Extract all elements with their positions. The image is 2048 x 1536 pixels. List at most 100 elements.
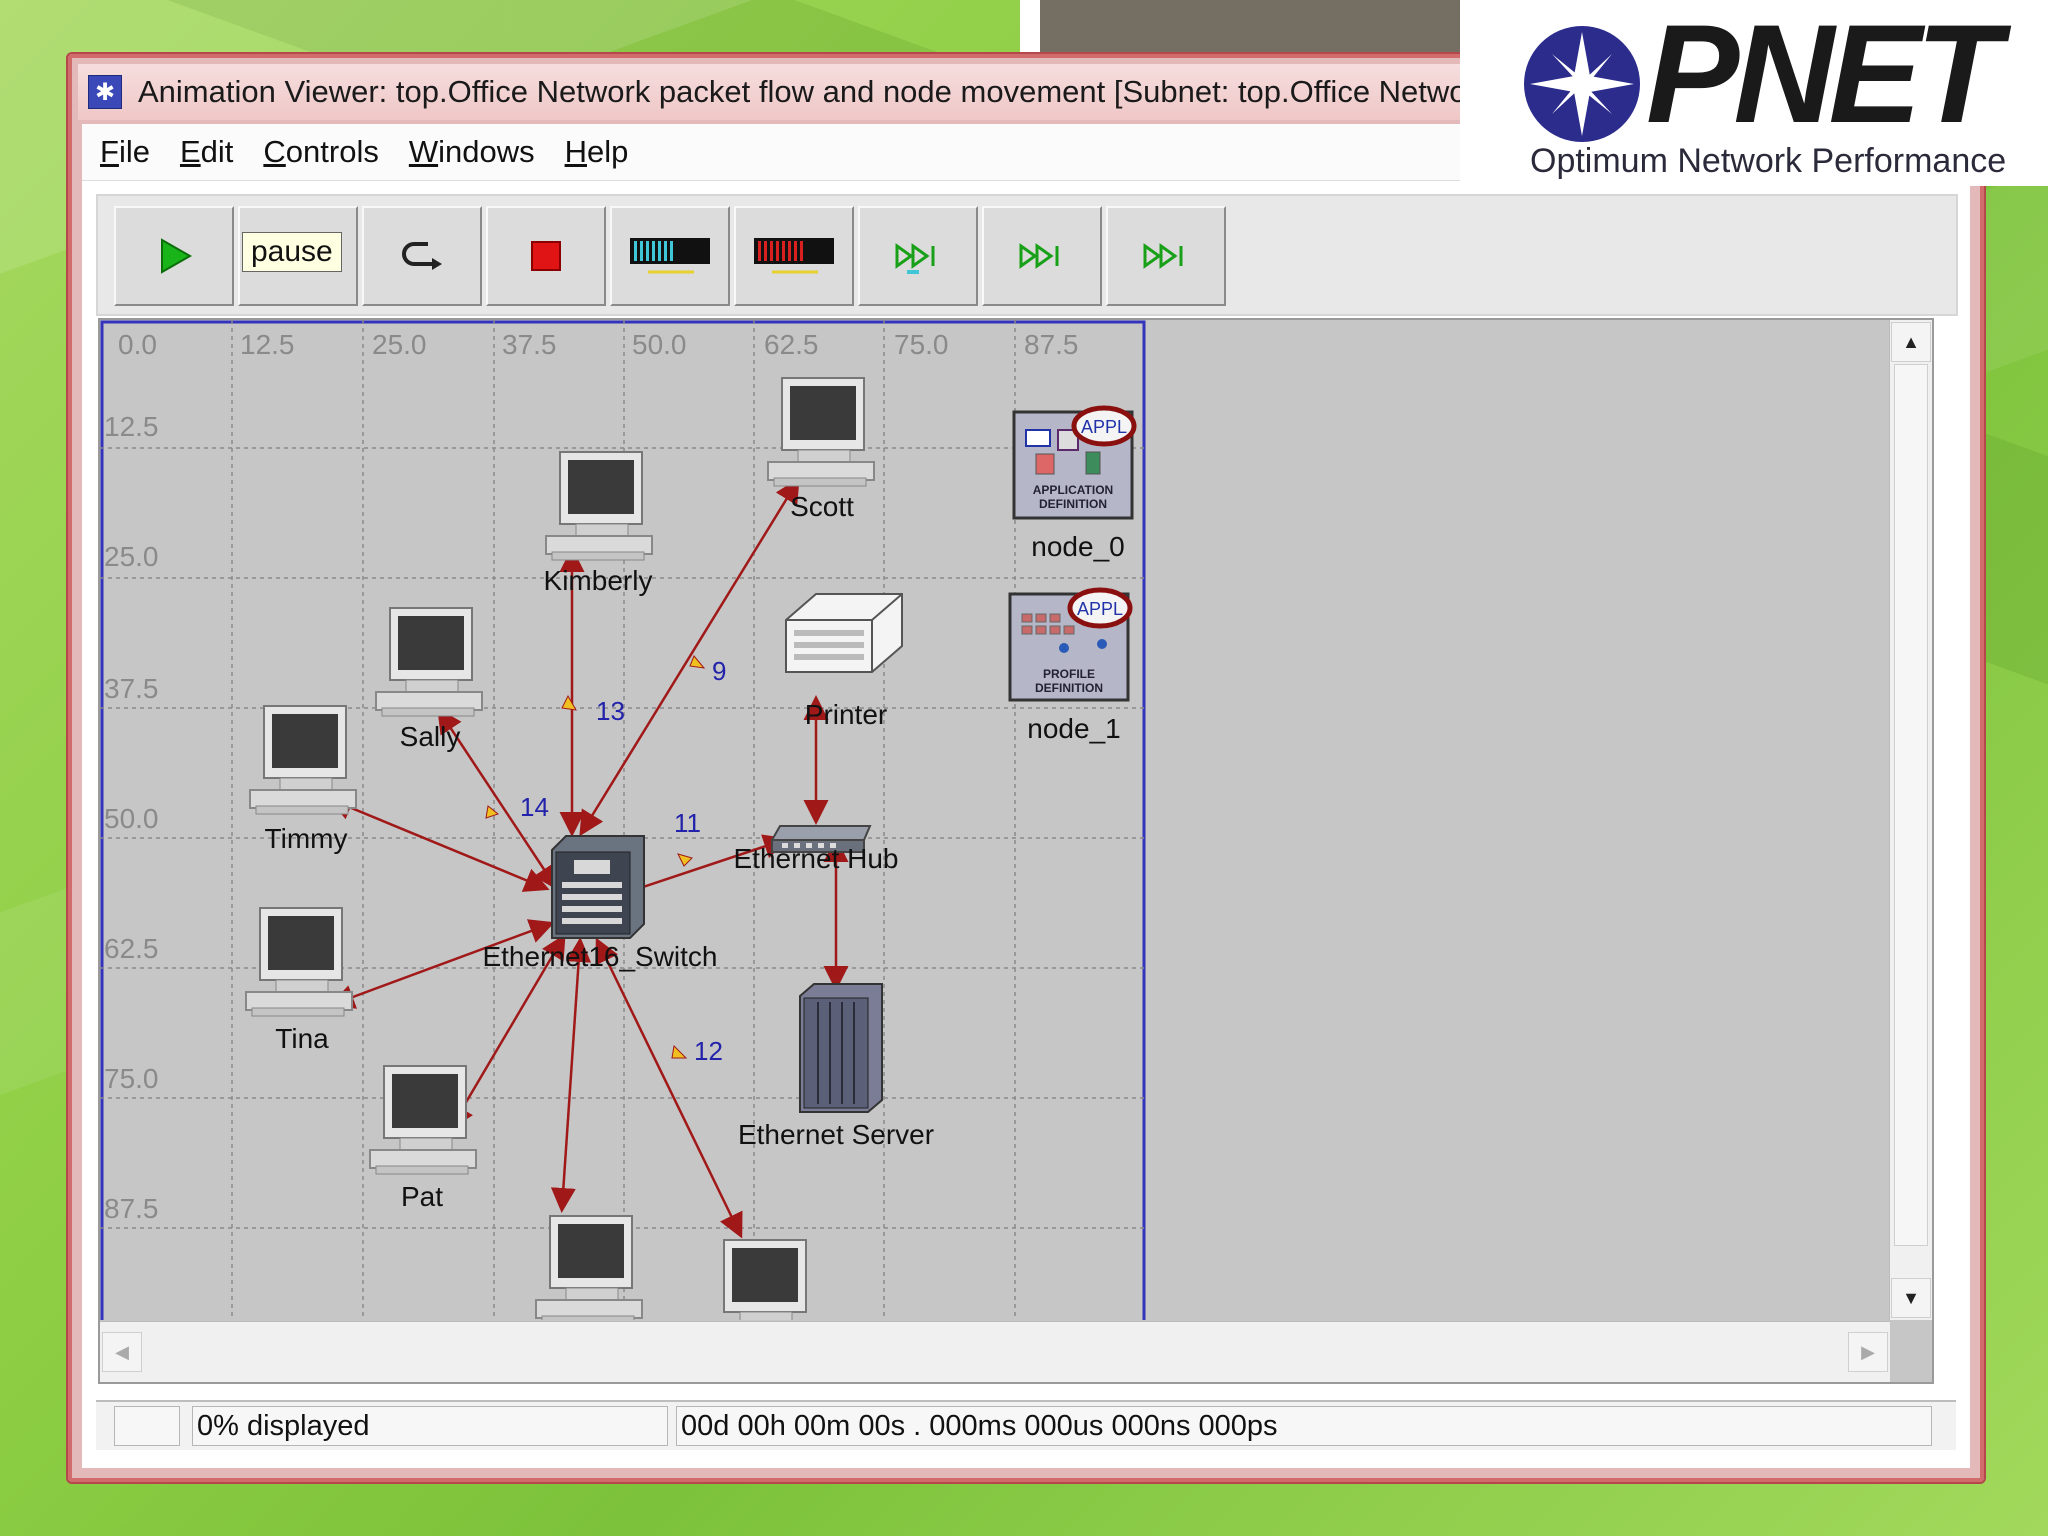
pause-tooltip: pause (242, 232, 342, 272)
scroll-up-icon[interactable]: ▲ (1891, 322, 1931, 362)
x-tick: 25.0 (372, 329, 427, 360)
y-tick: 62.5 (104, 933, 159, 964)
tina-workstation-icon[interactable] (245, 907, 353, 1017)
toolbar (96, 194, 1958, 316)
profile-def-text: DEFINITION (1035, 681, 1103, 695)
scroll-left-icon[interactable]: ◀ (102, 1332, 142, 1372)
scott-workstation-icon[interactable] (767, 377, 875, 487)
stop-icon (531, 241, 561, 271)
background-strip (1020, 0, 1042, 52)
status-cell-empty (114, 1406, 180, 1446)
y-tick: 87.5 (104, 1193, 159, 1224)
speed-blue-button[interactable] (610, 206, 730, 306)
node-label-timmy: Timmy (265, 823, 348, 854)
fast-forward-icon (895, 243, 935, 274)
app-def-text: APPLICATION (1033, 483, 1113, 497)
application-definition-icon[interactable]: APPLICATION DEFINITION APPL (1012, 405, 1137, 520)
x-axis-ticks: 0.0 12.5 25.0 37.5 50.0 62.5 75.0 87.5 (118, 329, 1079, 360)
speed-bar-icon (754, 238, 834, 274)
node-label-printer: Printer (805, 699, 887, 730)
step-forward-button-2[interactable] (982, 206, 1102, 306)
node-label-hub: Ethernet Hub (734, 843, 899, 874)
background-strip-dark (1040, 0, 1460, 52)
node-label-node1: node_1 (1027, 713, 1120, 744)
profile-definition-icon[interactable]: PROFILE DEFINITION APPL (1008, 587, 1133, 702)
packet-label: 13 (596, 696, 625, 726)
x-tick: 62.5 (764, 329, 819, 360)
profile-def-text: PROFILE (1043, 667, 1095, 681)
fast-forward-icon (1143, 243, 1183, 269)
ethernet-server-icon[interactable] (799, 983, 883, 1113)
menu-edit[interactable]: Edit (180, 134, 233, 170)
y-axis-ticks: 12.5 25.0 37.5 50.0 62.5 75.0 87.5 (104, 411, 159, 1224)
link-switch-timmy (327, 796, 550, 892)
node-label-pat: Pat (401, 1181, 443, 1212)
x-tick: 12.5 (240, 329, 295, 360)
network-diagram: 0.0 12.5 25.0 37.5 50.0 62.5 75.0 87.5 1… (100, 320, 1146, 1320)
speed-bar-icon (630, 238, 710, 274)
rewind-icon (402, 242, 442, 270)
x-tick: 50.0 (632, 329, 687, 360)
packet-label: 12 (694, 1036, 723, 1066)
node-label-tina: Tina (275, 1023, 329, 1054)
status-bar: 0% displayed 00d 00h 00m 00s . 000ms 000… (96, 1400, 1956, 1450)
appl-badge: APPL (1081, 417, 1127, 437)
app-icon: ✱ (88, 75, 122, 109)
kimberly-workstation-icon[interactable] (545, 451, 653, 561)
logo-wordmark: PNET (1646, 0, 2001, 152)
window-title: Animation Viewer: top.Office Network pac… (138, 74, 1501, 109)
node-label-server: Ethernet Server (738, 1119, 934, 1150)
node-label-sally: Sally (400, 721, 461, 752)
y-tick: 25.0 (104, 541, 159, 572)
scroll-right-icon[interactable]: ▶ (1848, 1332, 1888, 1372)
workstation-icon[interactable] (535, 1215, 643, 1320)
menu-file[interactable]: File (100, 134, 150, 170)
app-def-text: DEFINITION (1039, 497, 1107, 511)
y-tick: 12.5 (104, 411, 159, 442)
y-tick: 75.0 (104, 1063, 159, 1094)
step-forward-button-1[interactable] (858, 206, 978, 306)
opnet-star-icon (1524, 26, 1640, 142)
workstation-icon[interactable] (709, 1239, 817, 1320)
rewind-button[interactable] (362, 206, 482, 306)
packet-label: 14 (520, 792, 549, 822)
network-canvas[interactable]: 0.0 12.5 25.0 37.5 50.0 62.5 75.0 87.5 1… (98, 318, 1934, 1384)
logo-tagline: Optimum Network Performance (1530, 142, 2007, 180)
fast-forward-icon (1019, 243, 1059, 269)
node-label-node0: node_0 (1031, 531, 1124, 562)
status-displayed: 0% displayed (192, 1406, 668, 1446)
node-label-kimberly: Kimberly (544, 565, 653, 596)
vertical-scrollbar[interactable]: ▲ ▼ (1889, 320, 1932, 1320)
scroll-down-icon[interactable]: ▼ (1891, 1278, 1931, 1318)
packet-marker (485, 805, 500, 819)
stop-button[interactable] (486, 206, 606, 306)
x-tick: 75.0 (894, 329, 949, 360)
x-tick: 37.5 (502, 329, 557, 360)
step-forward-button-3[interactable] (1106, 206, 1226, 306)
pat-workstation-icon[interactable] (369, 1065, 477, 1175)
y-tick: 37.5 (104, 673, 159, 704)
play-button[interactable] (114, 206, 234, 306)
sally-workstation-icon[interactable] (375, 607, 483, 717)
x-tick: 0.0 (118, 329, 157, 360)
menu-help[interactable]: Help (565, 134, 629, 170)
status-sim-time: 00d 00h 00m 00s . 000ms 000us 000ns 000p… (676, 1406, 1932, 1446)
client-area: File Edit Controls Windows Help 0.0 12.5… (82, 124, 1970, 1468)
y-tick: 50.0 (104, 803, 159, 834)
printer-icon[interactable] (785, 593, 903, 673)
ethernet-switch-icon[interactable] (551, 835, 645, 939)
appl-badge: APPL (1077, 599, 1123, 619)
horizontal-scrollbar[interactable]: ◀ ▶ (100, 1321, 1890, 1382)
menu-controls[interactable]: Controls (263, 134, 378, 170)
x-tick: 87.5 (1024, 329, 1079, 360)
opnet-logo: PNET Optimum Network Performance (1460, 0, 2048, 186)
packet-label: 9 (712, 656, 726, 686)
speed-red-button[interactable] (734, 206, 854, 306)
node-label-switch: Ethernet16_Switch (482, 941, 717, 972)
vertical-scroll-thumb[interactable] (1894, 364, 1928, 1246)
packet-marker (561, 694, 577, 711)
link-switch-pc7 (550, 937, 592, 1213)
timmy-workstation-icon[interactable] (249, 705, 357, 815)
menu-windows[interactable]: Windows (409, 134, 535, 170)
link-switch-pc8 (595, 937, 743, 1239)
